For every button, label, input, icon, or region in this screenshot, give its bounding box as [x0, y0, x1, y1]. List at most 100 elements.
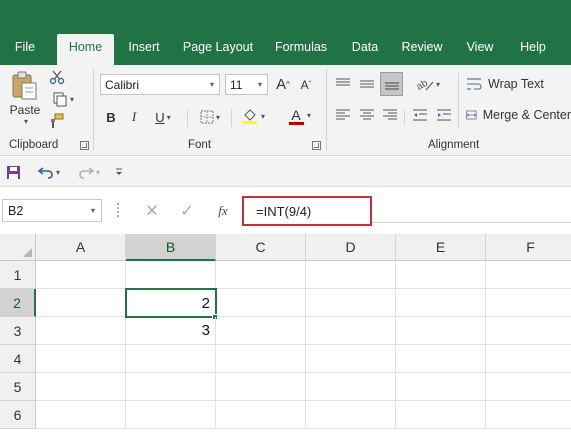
- cell-b5[interactable]: [126, 373, 216, 401]
- row-header-1[interactable]: 1: [0, 261, 36, 289]
- column-header-d[interactable]: D: [306, 234, 396, 261]
- tab-review[interactable]: Review: [398, 34, 446, 65]
- column-header-a[interactable]: A: [36, 234, 126, 261]
- enter-icon[interactable]: ✓: [175, 199, 199, 222]
- cell-f5[interactable]: [486, 373, 571, 401]
- decrease-indent-button[interactable]: [410, 105, 430, 125]
- cell-f3[interactable]: [486, 317, 571, 345]
- cell-b3[interactable]: 3: [126, 317, 216, 345]
- tab-help[interactable]: Help: [514, 34, 552, 65]
- cell-d1[interactable]: [306, 261, 396, 289]
- redo-button[interactable]: ▾: [72, 163, 106, 181]
- wrap-text-button[interactable]: Wrap Text: [466, 74, 571, 94]
- align-bottom-button[interactable]: [380, 72, 403, 96]
- column-header-c[interactable]: C: [216, 234, 306, 261]
- italic-button[interactable]: I: [126, 107, 142, 127]
- cell-a4[interactable]: [36, 345, 126, 373]
- cell-d4[interactable]: [306, 345, 396, 373]
- column-header-e[interactable]: E: [396, 234, 486, 261]
- cell-d6[interactable]: [306, 401, 396, 429]
- cell-f4[interactable]: [486, 345, 571, 373]
- tab-data[interactable]: Data: [346, 34, 384, 65]
- row-header-4[interactable]: 4: [0, 345, 36, 373]
- tab-view[interactable]: View: [460, 34, 500, 65]
- align-left-button[interactable]: [333, 105, 353, 125]
- align-center-button[interactable]: [357, 105, 377, 125]
- grow-font-button[interactable]: A ^: [274, 74, 292, 95]
- align-middle-button[interactable]: [357, 74, 377, 94]
- cell-d2[interactable]: [306, 289, 396, 317]
- font-name-dropdown[interactable]: Calibri ▾: [100, 74, 220, 95]
- cell-c2[interactable]: [216, 289, 306, 317]
- cell-e5[interactable]: [396, 373, 486, 401]
- tab-page-layout[interactable]: Page Layout: [180, 34, 256, 65]
- cell-b6[interactable]: [126, 401, 216, 429]
- merge-center-button[interactable]: Merge & Center: [466, 105, 571, 125]
- name-box[interactable]: B2 ▾: [2, 199, 102, 222]
- align-top-button[interactable]: [333, 74, 353, 94]
- cell-b4[interactable]: [126, 345, 216, 373]
- cell-b2[interactable]: 2: [125, 288, 217, 318]
- cell-e2[interactable]: [396, 289, 486, 317]
- cell-e4[interactable]: [396, 345, 486, 373]
- font-launcher-icon[interactable]: [312, 141, 321, 150]
- underline-button[interactable]: U ▾: [149, 107, 177, 127]
- cut-button[interactable]: [48, 68, 66, 86]
- cell-e3[interactable]: [396, 317, 486, 345]
- cancel-icon[interactable]: ✕: [140, 199, 164, 222]
- cell-a1[interactable]: [36, 261, 126, 289]
- worksheet-grid[interactable]: A B C D E F 1 2 3 4 5 6 2 3: [0, 234, 571, 434]
- borders-button[interactable]: ▾: [195, 107, 225, 127]
- paste-label: Paste: [9, 102, 41, 117]
- align-right-button[interactable]: [380, 105, 400, 125]
- cell-c3[interactable]: [216, 317, 306, 345]
- paste-button[interactable]: Paste ▾: [8, 70, 42, 126]
- font-size-dropdown[interactable]: 11 ▾: [225, 74, 268, 95]
- clipboard-launcher-icon[interactable]: [80, 141, 89, 150]
- row-header-6[interactable]: 6: [0, 401, 36, 429]
- save-button[interactable]: [4, 163, 22, 181]
- drag-handle[interactable]: [117, 203, 119, 217]
- tab-file[interactable]: File: [8, 34, 42, 65]
- fill-color-button[interactable]: ▾: [238, 105, 268, 127]
- column-header-b[interactable]: B: [126, 234, 216, 261]
- tab-home[interactable]: Home: [57, 34, 114, 65]
- row-header-5[interactable]: 5: [0, 373, 36, 401]
- cell-f6[interactable]: [486, 401, 571, 429]
- increase-indent-icon: [437, 109, 451, 121]
- tab-insert[interactable]: Insert: [122, 34, 166, 65]
- undo-button[interactable]: ▾: [32, 163, 66, 181]
- align-left-icon: [336, 109, 350, 120]
- cell-e1[interactable]: [396, 261, 486, 289]
- bold-button[interactable]: B: [103, 107, 119, 127]
- tab-formulas[interactable]: Formulas: [270, 34, 332, 65]
- formula-input[interactable]: =INT(9/4): [242, 196, 372, 226]
- increase-indent-button[interactable]: [434, 105, 454, 125]
- cell-b1[interactable]: [126, 261, 216, 289]
- row-header-3[interactable]: 3: [0, 317, 36, 345]
- format-painter-button[interactable]: [48, 112, 66, 130]
- cell-a6[interactable]: [36, 401, 126, 429]
- cell-e6[interactable]: [396, 401, 486, 429]
- cell-f2[interactable]: [486, 289, 571, 317]
- cell-c1[interactable]: [216, 261, 306, 289]
- cell-a5[interactable]: [36, 373, 126, 401]
- cell-d3[interactable]: [306, 317, 396, 345]
- row-header-2[interactable]: 2: [0, 289, 36, 317]
- select-all-button[interactable]: [0, 234, 36, 261]
- cell-d5[interactable]: [306, 373, 396, 401]
- cell-f1[interactable]: [486, 261, 571, 289]
- copy-button[interactable]: ▾: [48, 90, 78, 108]
- cell-c5[interactable]: [216, 373, 306, 401]
- insert-function-icon[interactable]: fx: [210, 199, 236, 222]
- cell-c4[interactable]: [216, 345, 306, 373]
- copy-icon: [53, 92, 67, 107]
- customize-qat-button[interactable]: [112, 163, 126, 181]
- cell-a2[interactable]: [36, 289, 126, 317]
- orientation-button[interactable]: ab ▾: [412, 74, 444, 94]
- cell-a3[interactable]: [36, 317, 126, 345]
- column-header-f[interactable]: F: [486, 234, 571, 261]
- cell-c6[interactable]: [216, 401, 306, 429]
- shrink-font-button[interactable]: Aˇ: [297, 74, 315, 95]
- align-bottom-icon: [384, 82, 399, 90]
